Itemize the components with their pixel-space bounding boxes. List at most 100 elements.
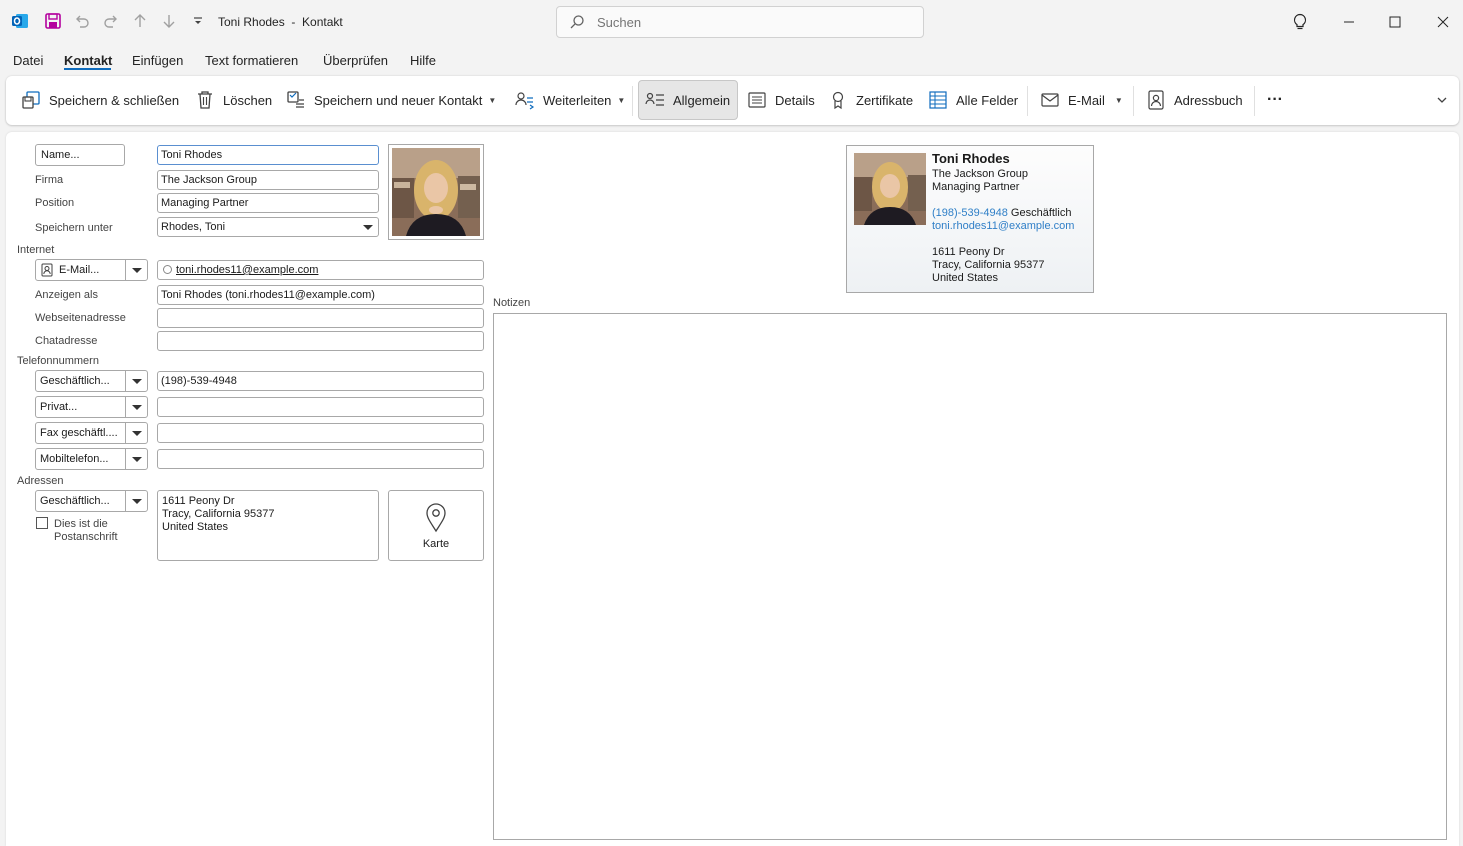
customize-toolbar-icon[interactable]	[188, 11, 208, 31]
internet-section-heading: Internet	[17, 244, 55, 256]
file-as-label: Speichern unter	[35, 222, 113, 234]
active-tab-indicator	[64, 68, 111, 70]
phone-business-value: (198)-539-4948	[161, 375, 237, 387]
phone-home-label: Privat...	[40, 401, 78, 413]
mailing-address-checkbox[interactable]	[36, 517, 48, 529]
company-field[interactable]: The Jackson Group	[157, 170, 379, 190]
display-as-field[interactable]: Toni Rhodes (toni.rhodes11@example.com)	[157, 285, 484, 305]
redo-icon[interactable]	[101, 11, 121, 31]
phone-home-field[interactable]	[157, 397, 484, 417]
menu-datei[interactable]: Datei	[13, 53, 43, 68]
phone-business-dropdown[interactable]: Geschäftlich...	[35, 370, 148, 392]
business-card[interactable]: Toni Rhodes The Jackson Group Managing P…	[846, 145, 1094, 293]
save-new-label: Speichern und neuer Kontakt	[314, 92, 483, 108]
minimize-icon[interactable]	[1337, 10, 1361, 34]
phone-business-field[interactable]: (198)-539-4948	[157, 371, 484, 391]
general-view-button[interactable]: Allgemein	[638, 80, 738, 120]
phone-section-heading: Telefonnummern	[17, 355, 99, 367]
search-input[interactable]	[597, 13, 897, 31]
certificates-button[interactable]: Zertifikate	[828, 80, 913, 120]
dropdown-arrow-icon[interactable]	[125, 371, 147, 391]
phone-mobile-label: Mobiltelefon...	[40, 453, 109, 465]
details-button[interactable]: Details	[747, 80, 815, 120]
lightbulb-icon[interactable]	[1288, 10, 1312, 34]
menu-ueberpruefen[interactable]: Überprüfen	[323, 53, 388, 68]
outlook-logo-icon	[10, 11, 30, 31]
ribbon-separator	[1254, 86, 1255, 116]
address-book-label: Adressbuch	[1174, 92, 1243, 108]
forward-button[interactable]: Weiterleiten ▼	[515, 80, 625, 120]
email-field[interactable]: toni.rhodes11@example.com	[157, 260, 484, 280]
email-button[interactable]: E-Mail ▼	[1040, 80, 1123, 120]
menu-hilfe[interactable]: Hilfe	[410, 53, 436, 68]
delete-label: Löschen	[223, 92, 273, 108]
menu-text-formatieren[interactable]: Text formatieren	[205, 53, 298, 68]
phone-business-label: Geschäftlich...	[40, 375, 110, 387]
dropdown-arrow-icon[interactable]	[125, 397, 147, 417]
save-new-contact-button[interactable]: Speichern und neuer Kontakt ▼	[286, 80, 496, 120]
map-button[interactable]: Karte	[388, 490, 484, 561]
save-icon[interactable]	[43, 11, 63, 31]
address-textarea[interactable]: 1611 Peony Dr Tracy, California 95377 Un…	[157, 490, 379, 561]
mail-envelope-icon	[1040, 90, 1060, 110]
full-name-value: Toni Rhodes	[161, 149, 223, 161]
address-line-1: 1611 Peony Dr	[162, 495, 235, 507]
save-new-icon	[286, 90, 306, 110]
chat-address-field[interactable]	[157, 331, 484, 351]
contact-photo[interactable]	[388, 144, 484, 240]
ribbon-separator	[1133, 86, 1134, 116]
dropdown-arrow-icon[interactable]	[125, 260, 147, 280]
web-address-label: Webseitenadresse	[35, 312, 126, 324]
card-address-line-1: 1611 Peony Dr	[932, 246, 1005, 258]
collapse-ribbon-icon[interactable]	[1436, 86, 1448, 114]
company-label: Firma	[35, 174, 64, 186]
contact-card-icon	[41, 263, 53, 280]
file-as-select[interactable]: Rhodes, Toni	[157, 217, 379, 237]
address-type-dropdown[interactable]: Geschäftlich...	[35, 490, 148, 512]
full-name-field[interactable]: Toni Rhodes	[157, 145, 379, 165]
save-close-label: Speichern & schließen	[49, 92, 180, 108]
email-type-dropdown[interactable]: E-Mail...	[35, 259, 148, 281]
menu-einfuegen[interactable]: Einfügen	[132, 53, 183, 68]
previous-item-icon[interactable]	[130, 11, 150, 31]
all-fields-button[interactable]: Alle Felder	[928, 80, 1018, 120]
position-field[interactable]: Managing Partner	[157, 193, 379, 213]
web-address-field[interactable]	[157, 308, 484, 328]
dropdown-arrow-icon[interactable]	[125, 423, 147, 443]
card-name: Toni Rhodes	[932, 151, 1010, 166]
phone-mobile-dropdown[interactable]: Mobiltelefon...	[35, 448, 148, 470]
save-close-icon	[21, 90, 41, 110]
phone-fax-field[interactable]	[157, 423, 484, 443]
phone-home-dropdown[interactable]: Privat...	[35, 396, 148, 418]
email-value: toni.rhodes11@example.com	[176, 264, 319, 276]
save-close-button[interactable]: Speichern & schließen	[21, 80, 179, 120]
search-box[interactable]	[556, 6, 924, 38]
delete-button[interactable]: Löschen	[195, 80, 272, 120]
phone-fax-dropdown[interactable]: Fax geschäftl....	[35, 422, 148, 444]
card-address-line-2: Tracy, California 95377	[932, 259, 1045, 271]
map-pin-icon	[425, 503, 447, 536]
email-label: E-Mail	[1068, 92, 1105, 108]
dropdown-arrow-icon[interactable]	[125, 449, 147, 469]
all-fields-label: Alle Felder	[956, 92, 1019, 108]
next-item-icon[interactable]	[159, 11, 179, 31]
window-title: Toni Rhodes - Kontakt	[218, 15, 343, 29]
address-section-heading: Adressen	[17, 475, 64, 487]
display-as-value: Toni Rhodes (toni.rhodes11@example.com)	[161, 289, 375, 301]
name-button[interactable]: Name...	[35, 144, 125, 166]
close-icon[interactable]	[1431, 10, 1455, 34]
dropdown-arrow-icon[interactable]	[125, 491, 147, 511]
dropdown-arrow-icon	[363, 225, 373, 230]
menu-kontakt[interactable]: Kontakt	[64, 53, 112, 68]
more-options-button[interactable]: ···	[1267, 80, 1283, 120]
map-label: Karte	[422, 538, 450, 550]
notes-textarea[interactable]	[493, 313, 1447, 840]
phone-mobile-field[interactable]	[157, 449, 484, 469]
details-label: Details	[775, 92, 815, 108]
undo-icon[interactable]	[72, 11, 92, 31]
address-book-button[interactable]: Adressbuch	[1146, 80, 1243, 120]
card-company: The Jackson Group	[932, 168, 1028, 180]
maximize-icon[interactable]	[1383, 10, 1407, 34]
card-phone-row: (198)-539-4948 Geschäftlich	[932, 207, 1071, 220]
card-phone-type: Geschäftlich	[1010, 207, 1072, 219]
